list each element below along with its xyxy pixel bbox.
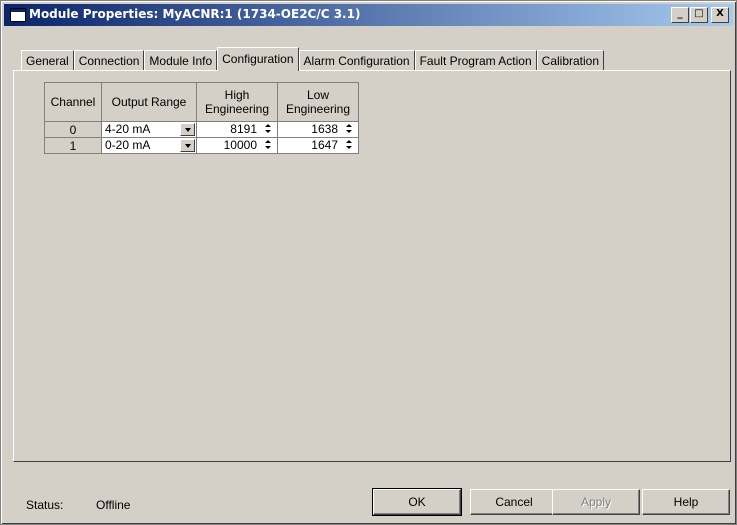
header-channel: Channel <box>44 82 102 122</box>
low-engineering-spinner[interactable]: 1647 <box>277 137 359 154</box>
header-output-range: Output Range <box>101 82 197 122</box>
spin-down-icon[interactable] <box>344 145 356 151</box>
spin-buttons[interactable] <box>344 123 356 136</box>
close-button[interactable]: X <box>711 7 729 23</box>
chevron-down-icon[interactable] <box>180 139 195 152</box>
channel-cell: 0 <box>44 121 102 138</box>
table-row: 1 0-20 mA 10000 1647 <box>44 137 359 154</box>
output-range-value: 0-20 mA <box>105 138 151 152</box>
channel-config-grid: Channel Output Range High Engineering Low… <box>44 82 359 154</box>
high-engineering-spinner[interactable]: 10000 <box>196 137 278 154</box>
minimize-button[interactable]: _ <box>671 7 689 23</box>
channel-cell: 1 <box>44 137 102 154</box>
title-bar[interactable]: Module Properties: MyACNR:1 (1734-OE2C/C… <box>4 4 733 26</box>
high-engineering-spinner[interactable]: 8191 <box>196 121 278 138</box>
header-high-engineering: High Engineering <box>196 82 278 122</box>
apply-button[interactable]: Apply <box>552 489 640 515</box>
output-range-select[interactable]: 4-20 mA <box>101 121 197 138</box>
help-button[interactable]: Help <box>642 489 730 515</box>
output-range-value: 4-20 mA <box>105 122 151 136</box>
status-value: Offline <box>96 498 131 512</box>
ok-button[interactable]: OK <box>372 488 462 516</box>
spin-buttons[interactable] <box>263 139 275 152</box>
high-engineering-value: 8191 <box>230 122 257 136</box>
tab-configuration[interactable]: Configuration <box>217 47 299 71</box>
header-low-engineering: Low Engineering <box>277 82 359 122</box>
status-label: Status: <box>26 498 64 512</box>
cancel-button[interactable]: Cancel <box>470 489 558 515</box>
chevron-down-icon[interactable] <box>180 123 195 136</box>
tab-general[interactable]: General <box>21 50 74 71</box>
spin-buttons[interactable] <box>263 123 275 136</box>
maximize-button[interactable]: □ <box>690 7 708 23</box>
window-icon <box>10 8 26 22</box>
spin-down-icon[interactable] <box>263 129 275 135</box>
table-row: 0 4-20 mA 8191 1638 <box>44 121 359 138</box>
low-engineering-value: 1638 <box>311 122 338 136</box>
tab-calibration[interactable]: Calibration <box>536 50 605 71</box>
tab-connection[interactable]: Connection <box>73 50 145 71</box>
module-properties-window: Module Properties: MyACNR:1 (1734-OE2C/C… <box>0 0 737 525</box>
spin-down-icon[interactable] <box>344 129 356 135</box>
spin-buttons[interactable] <box>344 139 356 152</box>
tab-strip: General Connection Module Info Configura… <box>21 47 605 71</box>
high-engineering-value: 10000 <box>223 138 257 152</box>
configuration-panel: Channel Output Range High Engineering Low… <box>13 70 731 462</box>
low-engineering-spinner[interactable]: 1638 <box>277 121 359 138</box>
tab-alarm-configuration[interactable]: Alarm Configuration <box>298 50 415 71</box>
spin-down-icon[interactable] <box>263 145 275 151</box>
tab-fault-program-action[interactable]: Fault Program Action <box>414 50 537 71</box>
window-title: Module Properties: MyACNR:1 (1734-OE2C/C… <box>29 7 361 21</box>
output-range-select[interactable]: 0-20 mA <box>101 137 197 154</box>
low-engineering-value: 1647 <box>311 138 338 152</box>
tab-module-info[interactable]: Module Info <box>144 50 218 71</box>
